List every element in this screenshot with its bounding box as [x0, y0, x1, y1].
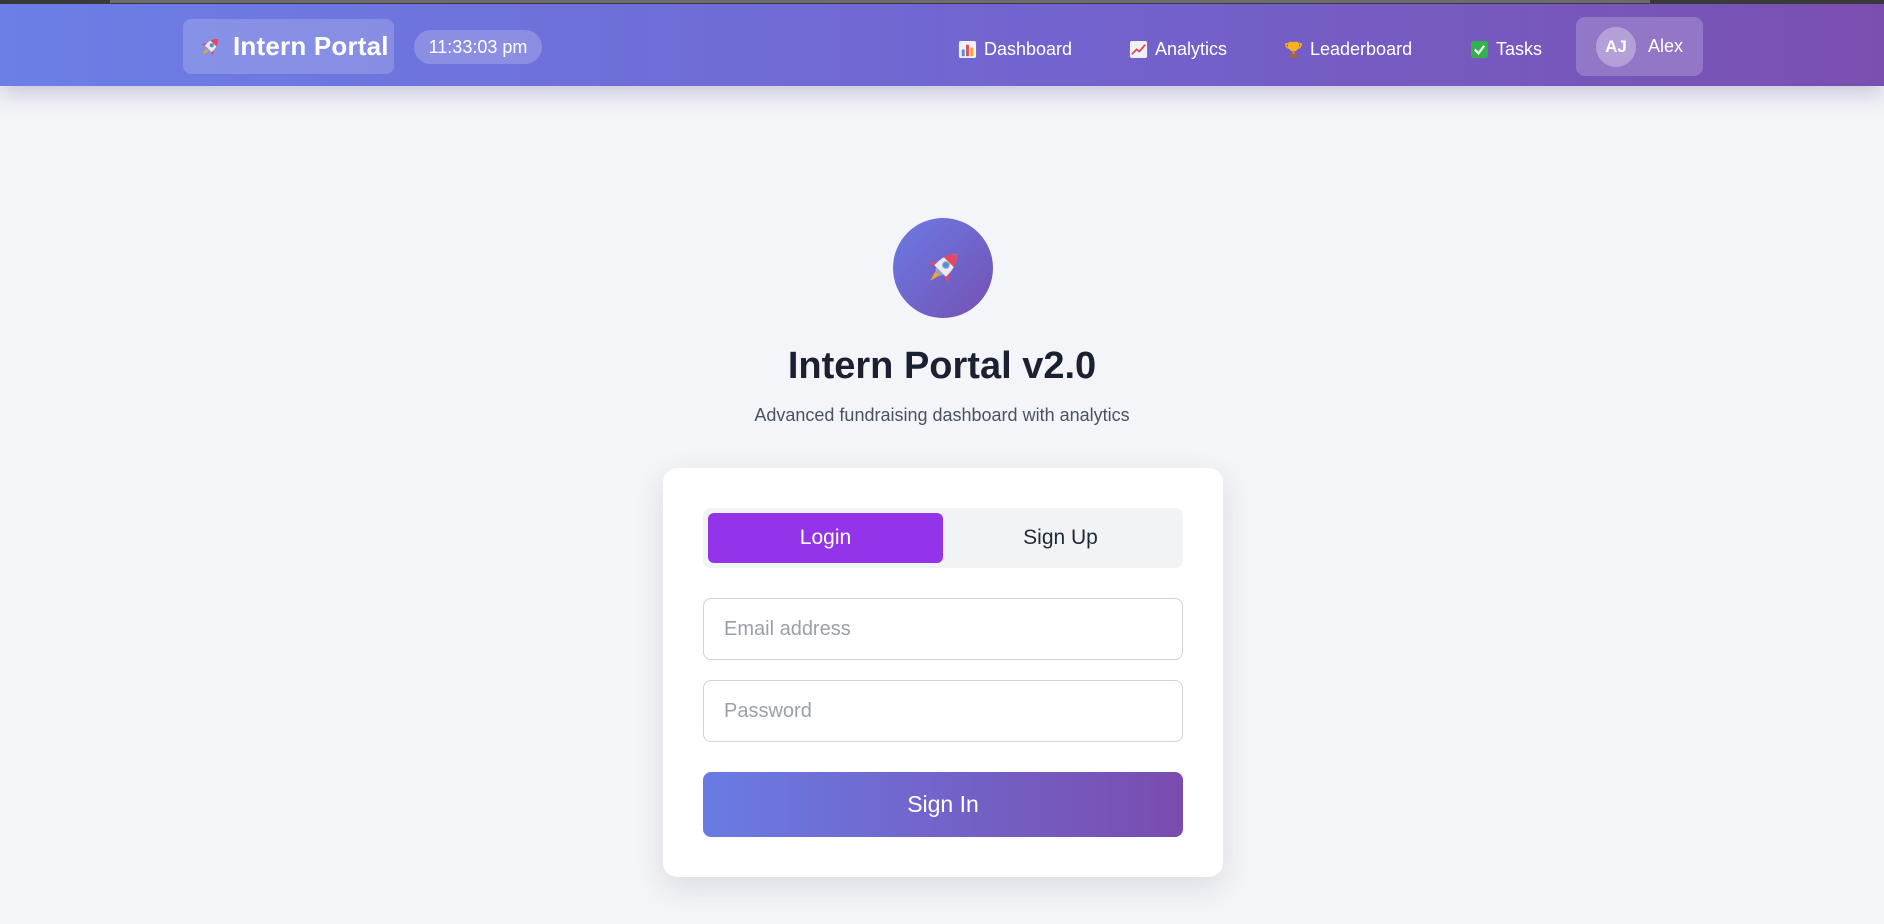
password-field[interactable] [703, 680, 1183, 742]
avatar: AJ [1596, 26, 1636, 67]
auth-tabs: Login Sign Up [703, 508, 1183, 568]
rocket-icon [201, 38, 219, 56]
rocket-icon [928, 254, 957, 283]
page-subtitle: Advanced fundraising dashboard with anal… [754, 405, 1130, 425]
auth-card: Login Sign Up Sign In [663, 468, 1223, 877]
check-box-icon [1470, 40, 1489, 58]
nav-item-label: Dashboard [984, 38, 1073, 59]
tab-login[interactable]: Login [708, 513, 943, 563]
brand-title: Intern Portal [233, 31, 389, 61]
page-title: Intern Portal v2.0 [787, 345, 1097, 387]
nav-item-dashboard[interactable]: Dashboard [958, 36, 1072, 62]
clock-display: 11:33:03 pm [414, 30, 542, 64]
top-navbar: Intern Portal 11:33:03 pm Dashboard Anal… [0, 4, 1884, 86]
user-menu-button[interactable]: AJ Alex [1576, 17, 1703, 76]
sign-in-button[interactable]: Sign In [703, 772, 1183, 837]
bar-chart-icon [958, 40, 977, 58]
nav-item-tasks[interactable]: Tasks [1470, 36, 1542, 62]
nav-item-analytics[interactable]: Analytics [1129, 36, 1227, 62]
nav-item-label: Tasks [1496, 38, 1543, 59]
hero-logo [893, 218, 993, 318]
window-top-strip-highlight [110, 0, 1650, 3]
nav-item-leaderboard[interactable]: Leaderboard [1284, 36, 1412, 62]
trophy-icon [1285, 41, 1302, 57]
email-field[interactable] [703, 598, 1183, 660]
nav-item-label: Leaderboard [1310, 38, 1413, 59]
user-name: Alex [1648, 36, 1684, 56]
trending-up-icon [1129, 40, 1148, 58]
brand-link[interactable]: Intern Portal [183, 19, 394, 74]
nav-item-label: Analytics [1155, 38, 1228, 59]
tab-sign-up[interactable]: Sign Up [943, 513, 1178, 563]
